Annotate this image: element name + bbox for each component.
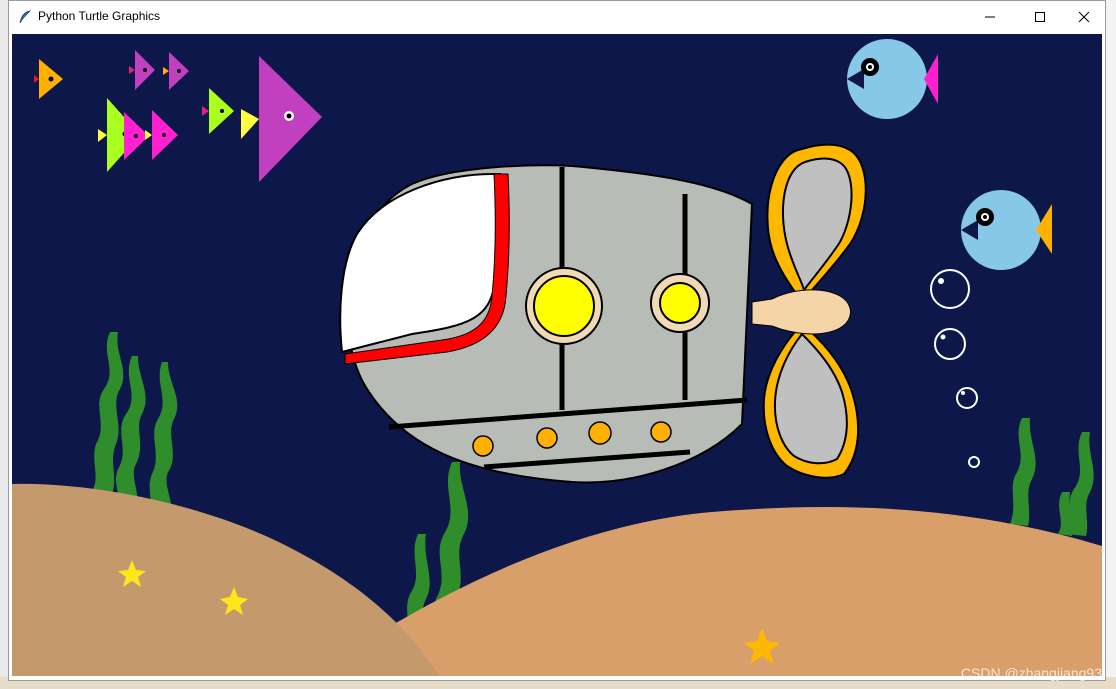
desktop-background-right: [1106, 0, 1116, 689]
maximize-button[interactable]: [1017, 1, 1063, 32]
propeller: [751, 143, 867, 479]
turtle-canvas[interactable]: [12, 34, 1102, 676]
window-title: Python Turtle Graphics: [38, 9, 161, 23]
watermark: CSDN @zhangjiang93: [960, 665, 1102, 681]
maximize-icon: [1035, 11, 1045, 22]
turtle-window: Python Turtle Graphics: [8, 0, 1106, 681]
title-bar[interactable]: Python Turtle Graphics: [9, 1, 1105, 32]
minimize-button[interactable]: [967, 1, 1013, 32]
close-button[interactable]: [1061, 1, 1107, 32]
feather-icon: [18, 9, 32, 24]
minimize-icon: [985, 16, 995, 17]
close-icon: [1078, 11, 1090, 22]
